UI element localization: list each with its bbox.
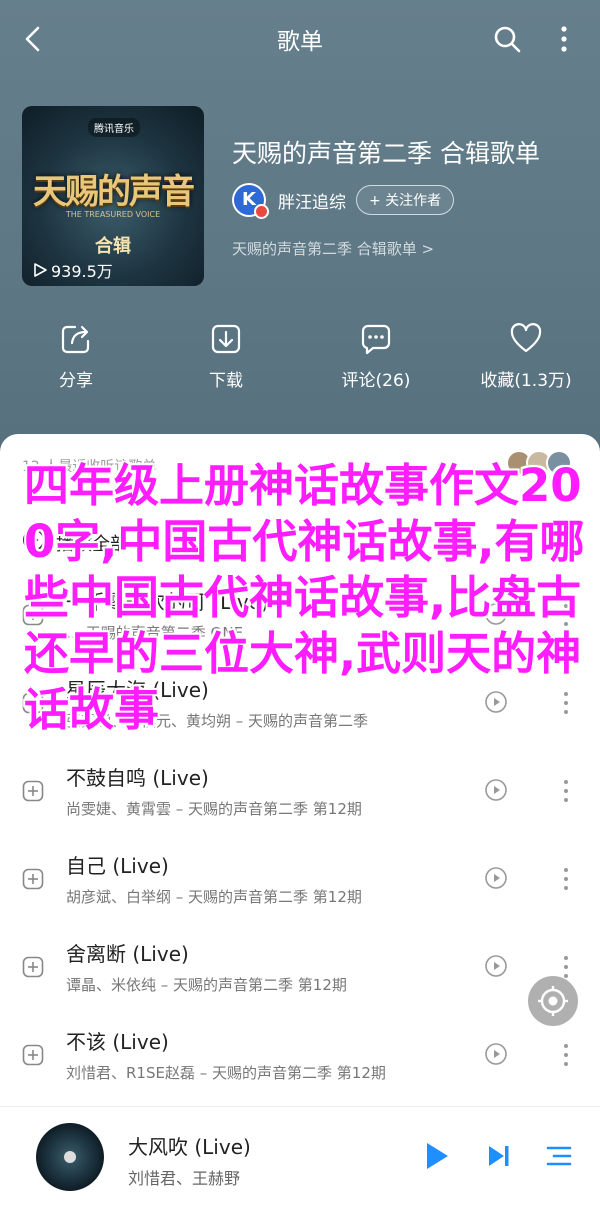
add-song-icon[interactable]	[22, 868, 44, 890]
now-playing-cover[interactable]	[36, 1123, 104, 1191]
cover-title: 天赐的声音	[33, 172, 195, 212]
song-subtitle: 胡彦斌、白举纲 – 天赐的声音第二季 第12期	[66, 888, 362, 906]
comment-label: 评论(26)	[341, 371, 411, 391]
more-vertical-icon[interactable]	[560, 776, 572, 806]
song-row[interactable]: 自己 (Live) 胡彦斌、白举纲 – 天赐的声音第二季 第12期	[0, 840, 600, 928]
album-title: 天赐的声音第二季 合辑歌单	[232, 139, 540, 168]
add-song-icon[interactable]	[22, 1044, 44, 1066]
favorite-button[interactable]: 收藏(1.3万)	[456, 322, 596, 391]
song-row[interactable]: 不该 (Live) 刘惜君、R1SE赵磊 – 天赐的声音第二季 第12期	[0, 1016, 600, 1104]
download-label: 下载	[209, 371, 243, 391]
cover-subtitle: THE TREASURED VOICE	[65, 210, 161, 219]
watermark-overlay-text: 四年级上册神话故事作文200字,中国古代神话故事,有哪些中国古代神话故事,比盘古…	[24, 459, 585, 736]
song-title: 不鼓自鸣 (Live)	[66, 766, 209, 790]
cover-tag: 合辑	[95, 236, 131, 257]
add-song-icon[interactable]	[22, 780, 44, 802]
song-subtitle: 刘惜君、R1SE赵磊 – 天赐的声音第二季 第12期	[66, 1064, 386, 1082]
video-play-icon[interactable]	[484, 954, 508, 978]
song-row[interactable]: 舍离断 (Live) 谭晶、米依纯 – 天赐的声音第二季 第12期	[0, 928, 600, 1016]
play-count-value: 939.5万	[51, 262, 113, 281]
comment-button[interactable]: 评论(26)	[306, 322, 446, 391]
more-vertical-icon[interactable]	[560, 864, 572, 894]
add-song-icon[interactable]	[22, 956, 44, 978]
play-count: 939.5万	[32, 258, 113, 282]
next-track-icon[interactable]	[486, 1143, 512, 1169]
share-icon	[61, 325, 90, 354]
author-avatar[interactable]: K	[232, 183, 269, 219]
share-button[interactable]: 分享	[6, 322, 146, 391]
video-play-icon[interactable]	[484, 778, 508, 802]
download-button[interactable]: 下载	[156, 322, 296, 391]
download-icon	[211, 324, 241, 354]
comment-icon	[361, 324, 391, 355]
author-row: K 胖汪追综 + 关注作者	[232, 182, 455, 219]
now-playing-title: 大风吹 (Live)	[128, 1135, 251, 1159]
now-playing-artist: 刘惜君、王赫野	[128, 1169, 241, 1188]
top-bar: 歌单	[0, 0, 600, 78]
more-vertical-icon[interactable]	[552, 22, 576, 56]
song-subtitle: 谭晶、米依纯 – 天赐的声音第二季 第12期	[66, 976, 347, 994]
play-icon[interactable]	[424, 1141, 450, 1171]
song-subtitle: 尚雯婕、黄霄雲 – 天赐的声音第二季 第12期	[66, 800, 362, 818]
playlist-icon[interactable]	[546, 1143, 572, 1169]
share-label: 分享	[59, 371, 93, 391]
song-row[interactable]: 不鼓自鸣 (Live) 尚雯婕、黄霄雲 – 天赐的声音第二季 第12期	[0, 752, 600, 840]
follow-author-button[interactable]: + 关注作者	[356, 185, 455, 215]
mini-player[interactable]: 大风吹 (Live) 刘惜君、王赫野	[0, 1106, 600, 1210]
song-title: 不该 (Live)	[66, 1030, 169, 1054]
video-play-icon[interactable]	[484, 866, 508, 890]
heart-icon	[510, 323, 542, 353]
search-icon[interactable]	[492, 24, 522, 54]
action-bar: 分享 下载 评论(26) 收藏(1.3万)	[0, 322, 600, 402]
cover-brand-label: 腾讯音乐	[88, 118, 140, 137]
favorite-label: 收藏(1.3万)	[480, 371, 572, 391]
album-description-link[interactable]: 天赐的声音第二季 合辑歌单 >	[232, 238, 434, 259]
floating-assistant-button[interactable]	[528, 976, 578, 1026]
song-title: 自己 (Live)	[66, 854, 169, 878]
song-title: 舍离断 (Live)	[66, 942, 189, 966]
album-cover[interactable]: 腾讯音乐 天赐的声音 THE TREASURED VOICE 合辑 939.5万	[22, 106, 204, 286]
more-vertical-icon[interactable]	[560, 1040, 572, 1070]
author-name[interactable]: 胖汪追综	[278, 188, 346, 213]
verified-badge-icon	[254, 204, 269, 219]
video-play-icon[interactable]	[484, 1042, 508, 1066]
album-header: 歌单 腾讯音乐 天赐的声音 THE TREASURED VOICE 合辑 939…	[0, 0, 600, 460]
target-icon	[538, 986, 568, 1016]
play-outline-icon	[34, 263, 47, 277]
